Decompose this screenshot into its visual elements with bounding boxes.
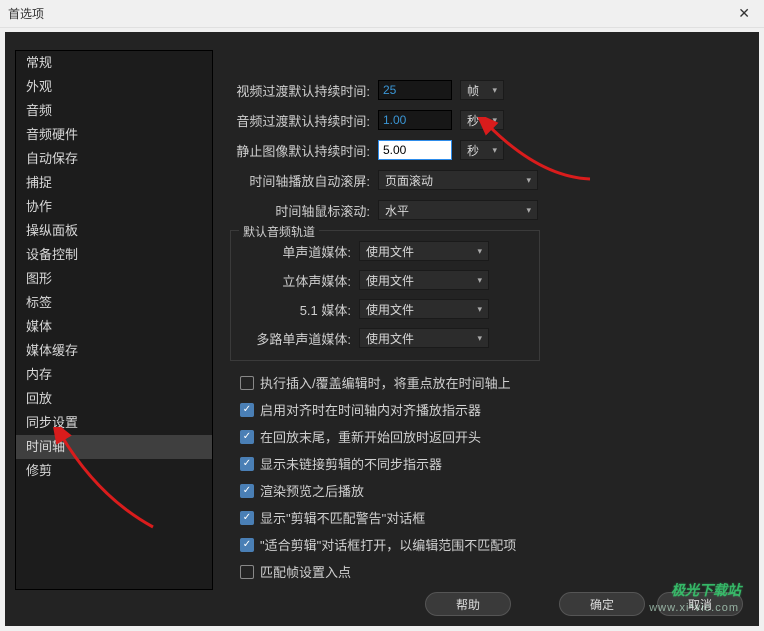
checkbox-label: 渲染预览之后播放 xyxy=(260,481,364,500)
watermark-url: www.xi*vic.com xyxy=(649,602,739,614)
sidebar-item[interactable]: 外观 xyxy=(16,75,212,99)
chevron-down-icon: ▾ xyxy=(477,304,482,315)
chevron-down-icon: ▾ xyxy=(477,246,482,257)
chevron-down-icon: ▾ xyxy=(477,333,482,344)
select-value: 秒 xyxy=(467,112,479,129)
select-value: 使用文件 xyxy=(366,272,414,289)
sidebar-item[interactable]: 音频 xyxy=(16,99,212,123)
ok-button[interactable]: 确定 xyxy=(559,592,645,616)
checkbox-icon xyxy=(240,565,254,579)
mono-select[interactable]: 使用文件 ▾ xyxy=(359,241,489,261)
select-value: 使用文件 xyxy=(366,330,414,347)
category-sidebar: 常规外观音频音频硬件自动保存捕捉协作操纵面板设备控制图形标签媒体媒体缓存内存回放… xyxy=(15,50,213,590)
select-value: 页面滚动 xyxy=(385,172,433,189)
checkbox-icon: ✓ xyxy=(240,403,254,417)
audio-transition-input[interactable] xyxy=(378,110,452,130)
button-label: 帮助 xyxy=(456,596,480,613)
video-transition-input[interactable] xyxy=(378,80,452,100)
titlebar: 首选项 ✕ xyxy=(0,0,764,28)
checkbox-icon: ✓ xyxy=(240,457,254,471)
sidebar-item[interactable]: 常规 xyxy=(16,51,212,75)
mouse-scroll-label: 时间轴鼠标滚动: xyxy=(230,201,378,220)
video-transition-unit-select[interactable]: 帧 ▾ xyxy=(460,80,504,100)
sidebar-item[interactable]: 操纵面板 xyxy=(16,219,212,243)
help-button[interactable]: 帮助 xyxy=(425,592,511,616)
button-label: 确定 xyxy=(590,596,614,613)
still-image-unit-select[interactable]: 秒 ▾ xyxy=(460,140,504,160)
preferences-dialog: 首选项 ✕ 常规外观音频音频硬件自动保存捕捉协作操纵面板设备控制图形标签媒体媒体… xyxy=(0,0,764,631)
sidebar-item[interactable]: 时间轴 xyxy=(16,435,212,459)
select-value: 秒 xyxy=(467,142,479,159)
sidebar-item[interactable]: 捕捉 xyxy=(16,171,212,195)
chevron-down-icon: ▾ xyxy=(492,115,497,126)
sidebar-item[interactable]: 回放 xyxy=(16,387,212,411)
sidebar-item[interactable]: 设备控制 xyxy=(16,243,212,267)
checkbox-icon xyxy=(240,376,254,390)
chevron-down-icon: ▾ xyxy=(492,145,497,156)
sidebar-item[interactable]: 同步设置 xyxy=(16,411,212,435)
checkbox-row[interactable]: ✓ 启用对齐时在时间轴内对齐播放指示器 xyxy=(230,400,750,419)
checkbox-label: 匹配帧设置入点 xyxy=(260,562,351,581)
checkbox-row[interactable]: ✓ "适合剪辑"对话框打开，以编辑范围不匹配项 xyxy=(230,535,750,554)
multi-select[interactable]: 使用文件 ▾ xyxy=(359,328,489,348)
audio-transition-label: 音频过渡默认持续时间: xyxy=(230,111,378,130)
select-value: 使用文件 xyxy=(366,243,414,260)
select-value: 帧 xyxy=(467,82,479,99)
multi-label: 多路单声道媒体: xyxy=(243,329,359,348)
dialog-body: 常规外观音频音频硬件自动保存捕捉协作操纵面板设备控制图形标签媒体媒体缓存内存回放… xyxy=(5,32,759,626)
sidebar-item[interactable]: 内存 xyxy=(16,363,212,387)
watermark-brand: 极光下载站 xyxy=(671,580,741,600)
chevron-down-icon: ▾ xyxy=(492,85,497,96)
dialog-title: 首选项 xyxy=(8,5,732,22)
close-icon[interactable]: ✕ xyxy=(732,3,756,24)
checkbox-label: 显示"剪辑不匹配警告"对话框 xyxy=(260,508,425,527)
sidebar-item[interactable]: 自动保存 xyxy=(16,147,212,171)
checkbox-label: 显示未链接剪辑的不同步指示器 xyxy=(260,454,442,473)
audio-transition-unit-select[interactable]: 秒 ▾ xyxy=(460,110,504,130)
fieldset-legend: 默认音频轨道 xyxy=(239,223,319,240)
checkbox-row[interactable]: 匹配帧设置入点 xyxy=(230,562,750,581)
checkbox-row[interactable]: ✓ 渲染预览之后播放 xyxy=(230,481,750,500)
checkbox-icon: ✓ xyxy=(240,511,254,525)
sidebar-item[interactable]: 修剪 xyxy=(16,459,212,483)
settings-panel: 视频过渡默认持续时间: 帧 ▾ 音频过渡默认持续时间: 秒 ▾ 静止图像默认持续… xyxy=(230,80,750,589)
checkbox-row[interactable]: 执行插入/覆盖编辑时，将重点放在时间轴上 xyxy=(230,373,750,392)
checkbox-icon: ✓ xyxy=(240,484,254,498)
sidebar-item[interactable]: 媒体 xyxy=(16,315,212,339)
select-value: 使用文件 xyxy=(366,301,414,318)
mono-label: 单声道媒体: xyxy=(243,242,359,261)
checkbox-label: 启用对齐时在时间轴内对齐播放指示器 xyxy=(260,400,481,419)
checkbox-row[interactable]: ✓ 显示未链接剪辑的不同步指示器 xyxy=(230,454,750,473)
stereo-select[interactable]: 使用文件 ▾ xyxy=(359,270,489,290)
sidebar-item[interactable]: 媒体缓存 xyxy=(16,339,212,363)
chevron-down-icon: ▾ xyxy=(526,175,531,186)
stereo-label: 立体声媒体: xyxy=(243,271,359,290)
checkbox-icon: ✓ xyxy=(240,538,254,552)
playback-scroll-label: 时间轴播放自动滚屏: xyxy=(230,171,378,190)
select-value: 水平 xyxy=(385,202,409,219)
still-image-input[interactable] xyxy=(378,140,452,160)
sidebar-item[interactable]: 图形 xyxy=(16,267,212,291)
default-audio-fieldset: 默认音频轨道 单声道媒体: 使用文件 ▾ 立体声媒体: 使用文件 ▾ xyxy=(230,230,540,361)
chevron-down-icon: ▾ xyxy=(526,205,531,216)
checkbox-label: "适合剪辑"对话框打开，以编辑范围不匹配项 xyxy=(260,535,516,554)
checkbox-row[interactable]: ✓ 显示"剪辑不匹配警告"对话框 xyxy=(230,508,750,527)
checkbox-row[interactable]: ✓ 在回放末尾，重新开始回放时返回开头 xyxy=(230,427,750,446)
checkbox-label: 在回放末尾，重新开始回放时返回开头 xyxy=(260,427,481,446)
fiveone-label: 5.1 媒体: xyxy=(243,300,359,319)
checkbox-icon: ✓ xyxy=(240,430,254,444)
sidebar-item[interactable]: 协作 xyxy=(16,195,212,219)
mouse-scroll-select[interactable]: 水平 ▾ xyxy=(378,200,538,220)
sidebar-item[interactable]: 音频硬件 xyxy=(16,123,212,147)
checkbox-label: 执行插入/覆盖编辑时，将重点放在时间轴上 xyxy=(260,373,511,392)
video-transition-label: 视频过渡默认持续时间: xyxy=(230,81,378,100)
sidebar-item[interactable]: 标签 xyxy=(16,291,212,315)
chevron-down-icon: ▾ xyxy=(477,275,482,286)
fiveone-select[interactable]: 使用文件 ▾ xyxy=(359,299,489,319)
playback-scroll-select[interactable]: 页面滚动 ▾ xyxy=(378,170,538,190)
still-image-label: 静止图像默认持续时间: xyxy=(230,141,378,160)
